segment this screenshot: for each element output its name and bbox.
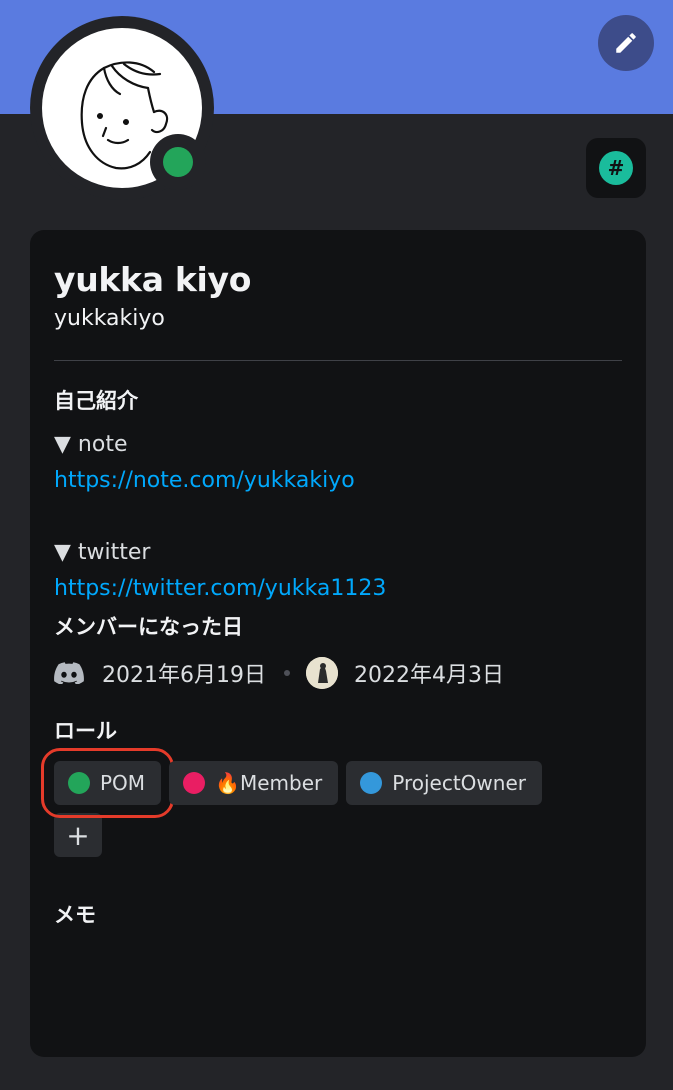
- about-line-note: ▼ note: [54, 432, 128, 457]
- add-role-button[interactable]: +: [54, 813, 102, 857]
- discord-join-date: 2021年6月19日: [102, 663, 266, 688]
- separator-dot: [283, 670, 290, 676]
- role-member[interactable]: 🔥Member: [169, 761, 339, 805]
- about-title: 自己紹介: [54, 389, 138, 413]
- server-icon: [305, 657, 338, 689]
- roles-title: ロール: [54, 719, 117, 743]
- about-text: ▼ note https://note.com/yukkakiyo ▼ twit…: [54, 427, 622, 607]
- discord-icon: [54, 662, 84, 684]
- role-pom[interactable]: POM: [40, 748, 175, 818]
- profile-badge[interactable]: #: [586, 138, 646, 198]
- hashtag-badge-icon: #: [599, 151, 633, 185]
- note-link[interactable]: https://note.com/yukkakiyo: [54, 468, 355, 493]
- member-since-row: 2021年6月19日 2022年4月3日: [54, 657, 622, 689]
- role-color-dot: [360, 772, 383, 794]
- server-join-date: 2022年4月3日: [353, 663, 504, 688]
- edit-profile-button[interactable]: [598, 15, 654, 71]
- role-label: ProjectOwner: [392, 771, 526, 795]
- role-color-dot: [68, 772, 90, 794]
- role-label: 🔥Member: [215, 771, 323, 795]
- about-line-twitter: ▼ twitter: [54, 540, 151, 565]
- profile-card: yukka kiyo yukkakiyo 自己紹介 ▼ note https:/…: [30, 230, 646, 1057]
- username: yukkakiyo: [54, 306, 165, 331]
- online-status-dot: [163, 147, 193, 177]
- role-color-dot: [183, 772, 206, 794]
- role-projectowner[interactable]: ProjectOwner: [346, 761, 542, 805]
- twitter-link[interactable]: https://twitter.com/yukka1123: [54, 576, 386, 601]
- member-since-title: メンバーになった日: [54, 615, 243, 639]
- roles-list: POM 🔥Member ProjectOwner: [40, 748, 622, 818]
- divider: [54, 360, 622, 361]
- status-indicator: [150, 134, 206, 190]
- memo-title: メモ: [54, 903, 96, 927]
- display-name: yukka kiyo: [54, 260, 252, 299]
- pencil-icon: [616, 33, 636, 53]
- role-label: POM: [100, 771, 146, 795]
